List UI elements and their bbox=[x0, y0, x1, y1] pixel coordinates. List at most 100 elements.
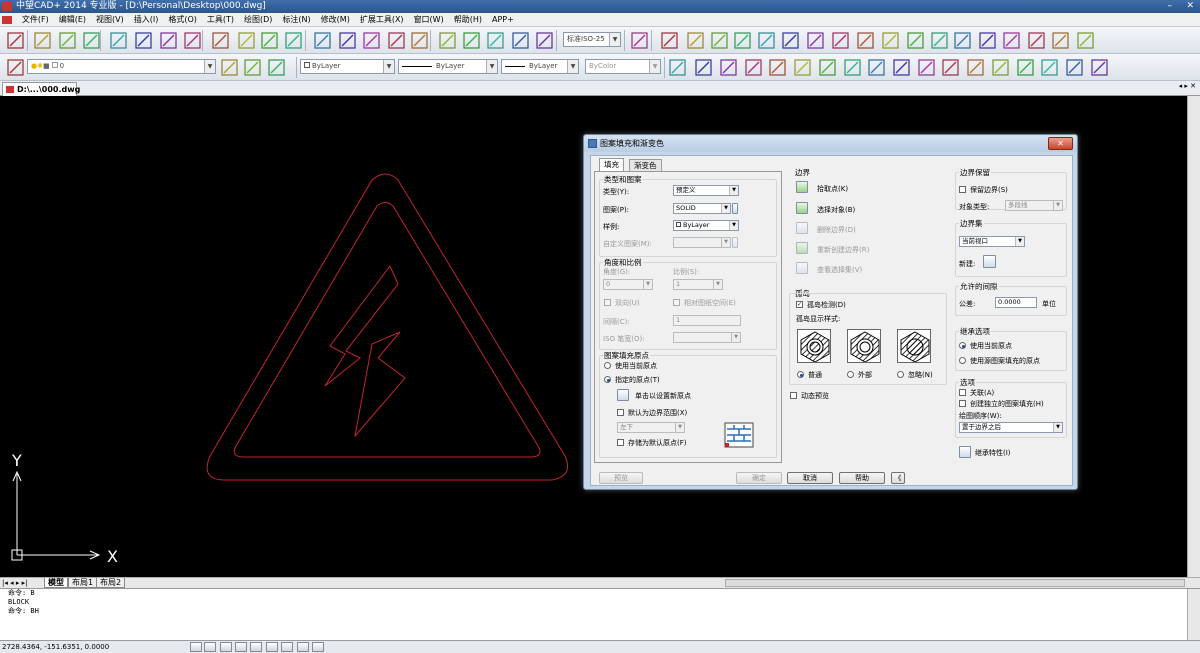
use-current-radio[interactable] bbox=[959, 342, 966, 349]
status-toggle-1-icon[interactable] bbox=[204, 642, 216, 652]
dialog-close-button[interactable]: ✕ bbox=[1048, 137, 1073, 150]
modify-tool-2-icon[interactable] bbox=[243, 58, 262, 77]
island-ignore-preview[interactable] bbox=[897, 329, 931, 363]
double-checkbox[interactable] bbox=[604, 299, 611, 306]
island-detect-checkbox[interactable]: ✓ bbox=[796, 301, 803, 308]
remove-boundary-icon[interactable] bbox=[796, 222, 808, 234]
modify-tool-4-icon[interactable] bbox=[668, 58, 687, 77]
custom-pattern-browse-button[interactable] bbox=[732, 237, 738, 248]
status-toggle-0-icon[interactable] bbox=[190, 642, 202, 652]
draw-tool-12-icon[interactable] bbox=[313, 31, 332, 50]
draw-tool-20-icon[interactable] bbox=[511, 31, 530, 50]
use-current-origin-radio[interactable] bbox=[604, 362, 611, 369]
status-toggle-3-icon[interactable] bbox=[235, 642, 247, 652]
preview-button[interactable]: 预览 bbox=[599, 472, 643, 484]
collapse-button[interactable]: 《 bbox=[891, 472, 905, 484]
status-toggle-2-icon[interactable] bbox=[220, 642, 232, 652]
draw-tool-40-icon[interactable] bbox=[1076, 31, 1095, 50]
draw-tool-16-icon[interactable] bbox=[410, 31, 429, 50]
inherit-properties-icon[interactable] bbox=[959, 446, 971, 458]
specified-origin-radio[interactable] bbox=[604, 376, 611, 383]
draw-tool-37-icon[interactable] bbox=[1002, 31, 1021, 50]
status-toggle-8-icon[interactable] bbox=[312, 642, 324, 652]
associative-checkbox[interactable] bbox=[959, 389, 966, 396]
lineweight-combo[interactable]: ByLayer ▼ bbox=[501, 59, 579, 74]
modify-tool-17-icon[interactable] bbox=[991, 58, 1010, 77]
island-outer-preview[interactable] bbox=[847, 329, 881, 363]
plotstyle-combo[interactable]: ByColor ▼ bbox=[585, 59, 661, 74]
menu-item-0[interactable]: 文件(F) bbox=[17, 13, 54, 27]
select-objects-icon[interactable] bbox=[796, 202, 808, 214]
default-extent-checkbox[interactable] bbox=[617, 409, 624, 416]
island-outer-radio[interactable] bbox=[847, 371, 854, 378]
tab-gradient[interactable]: 渐变色 bbox=[629, 159, 662, 171]
command-scrollbar[interactable] bbox=[1187, 589, 1200, 640]
pattern-browse-button[interactable] bbox=[732, 203, 738, 214]
modify-tool-20-icon[interactable] bbox=[1065, 58, 1084, 77]
tab-layout1[interactable]: 布局1 bbox=[68, 578, 98, 588]
help-button[interactable]: 帮助 bbox=[839, 472, 885, 484]
island-normal-preview[interactable] bbox=[797, 329, 831, 363]
modify-tool-12-icon[interactable] bbox=[867, 58, 886, 77]
boundary-set-combo[interactable]: 当前视口 ▼ bbox=[959, 236, 1025, 247]
scale-combo[interactable]: 1 ▼ bbox=[673, 279, 723, 290]
menu-item-12[interactable]: APP+ bbox=[487, 13, 519, 27]
menu-item-2[interactable]: 视图(V) bbox=[91, 13, 129, 27]
document-tab[interactable]: D:\...\000.dwg bbox=[2, 82, 80, 96]
menu-item-8[interactable]: 修改(M) bbox=[316, 13, 355, 27]
create-separate-checkbox[interactable] bbox=[959, 400, 966, 407]
layer-combo[interactable]: ●✺■ 0 ▼ bbox=[27, 59, 216, 74]
cancel-button[interactable]: 取消 bbox=[787, 472, 833, 484]
tolerance-input[interactable]: 0.0000 bbox=[995, 297, 1037, 308]
draw-tool-17-icon[interactable] bbox=[438, 31, 457, 50]
menu-item-9[interactable]: 扩展工具(X) bbox=[355, 13, 409, 27]
draw-tool-8-icon[interactable] bbox=[211, 31, 230, 50]
modify-tool-11-icon[interactable] bbox=[843, 58, 862, 77]
iso-pen-width-combo[interactable]: ▼ bbox=[673, 332, 741, 343]
draw-tool-5-icon[interactable] bbox=[134, 31, 153, 50]
menu-item-10[interactable]: 窗口(W) bbox=[409, 13, 449, 27]
relative-paperspace-checkbox[interactable] bbox=[673, 299, 680, 306]
status-toggle-4-icon[interactable] bbox=[250, 642, 262, 652]
sample-combo[interactable]: ByLayer ▼ bbox=[673, 220, 739, 231]
menu-item-11[interactable]: 帮助(H) bbox=[449, 13, 487, 27]
draw-tool-34-icon[interactable] bbox=[930, 31, 949, 50]
draw-tool-10-icon[interactable] bbox=[260, 31, 279, 50]
horizontal-scrollbar[interactable] bbox=[725, 579, 1185, 587]
menu-item-7[interactable]: 标注(N) bbox=[277, 13, 315, 27]
retain-boundary-checkbox[interactable] bbox=[959, 186, 966, 193]
modify-tool-13-icon[interactable] bbox=[892, 58, 911, 77]
view-selection-icon[interactable] bbox=[796, 262, 808, 274]
modify-tool-7-icon[interactable] bbox=[744, 58, 763, 77]
tab-hatch[interactable]: 填充 bbox=[599, 158, 624, 171]
color-combo[interactable]: ByLayer ▼ bbox=[300, 59, 395, 74]
modify-tool-8-icon[interactable] bbox=[768, 58, 787, 77]
spacing-input[interactable]: 1 bbox=[673, 315, 741, 326]
new-boundary-set-button[interactable] bbox=[983, 255, 996, 268]
status-toggle-5-icon[interactable] bbox=[266, 642, 278, 652]
draw-tool-39-icon[interactable] bbox=[1051, 31, 1070, 50]
draw-tool-27-icon[interactable] bbox=[757, 31, 776, 50]
modify-tool-14-icon[interactable] bbox=[917, 58, 936, 77]
draw-tool-0-icon[interactable] bbox=[6, 31, 25, 50]
tab-scroll-arrows[interactable]: ◂ ▸ ✕ bbox=[1179, 82, 1196, 90]
command-window[interactable]: 命令: B BLOCK 命令: BH bbox=[0, 588, 1200, 640]
close-window-button[interactable]: ✕ bbox=[1186, 0, 1194, 13]
linetype-combo[interactable]: ByLayer ▼ bbox=[398, 59, 498, 74]
angle-combo[interactable]: 0 ▼ bbox=[603, 279, 653, 290]
draw-tool-3-icon[interactable] bbox=[82, 31, 101, 50]
tab-model[interactable]: 模型 bbox=[44, 578, 68, 588]
menu-item-6[interactable]: 绘图(D) bbox=[239, 13, 277, 27]
type-combo[interactable]: 预定义 ▼ bbox=[673, 185, 739, 196]
set-origin-icon[interactable] bbox=[617, 389, 629, 401]
draw-tool-13-icon[interactable] bbox=[338, 31, 357, 50]
menu-item-4[interactable]: 格式(O) bbox=[163, 13, 202, 27]
draw-tool-23-icon[interactable] bbox=[660, 31, 679, 50]
draw-tool-29-icon[interactable] bbox=[806, 31, 825, 50]
draw-tool-30-icon[interactable] bbox=[831, 31, 850, 50]
draw-tool-6-icon[interactable] bbox=[159, 31, 178, 50]
draw-tool-14-icon[interactable] bbox=[362, 31, 381, 50]
modify-tool-6-icon[interactable] bbox=[719, 58, 738, 77]
draw-order-combo[interactable]: 置于边界之后 ▼ bbox=[959, 422, 1063, 433]
draw-tool-15-icon[interactable] bbox=[387, 31, 406, 50]
